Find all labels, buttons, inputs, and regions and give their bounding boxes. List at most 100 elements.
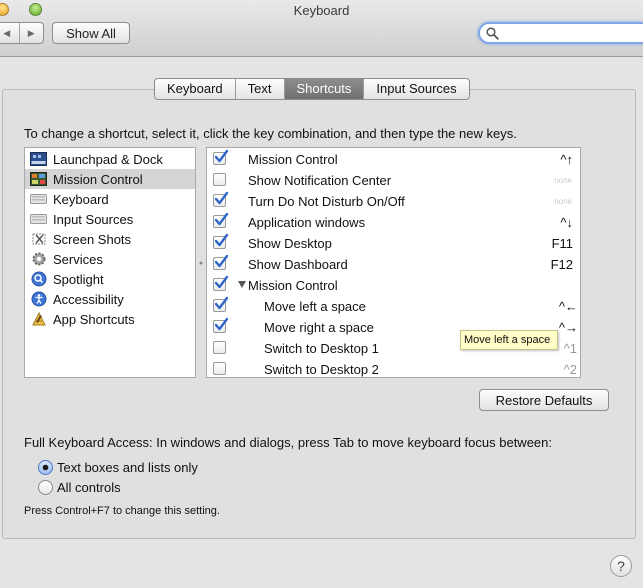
disclosure-triangle-icon[interactable]: [238, 281, 246, 288]
shortcut-row-do-not-disturb[interactable]: Turn Do Not Disturb On/Off none: [207, 191, 580, 212]
shortcut-row-show-dashboard[interactable]: Show Dashboard F12: [207, 254, 580, 275]
radio-text-boxes-lists[interactable]: [38, 460, 53, 475]
shortcut-group-mission-control[interactable]: Mission Control: [207, 275, 580, 296]
app-shortcuts-icon: [30, 311, 47, 327]
show-all-button[interactable]: Show All: [52, 22, 130, 44]
tooltip: Move left a space: [460, 330, 558, 350]
category-spotlight[interactable]: Spotlight: [25, 269, 195, 289]
category-accessibility[interactable]: Accessibility: [25, 289, 195, 309]
services-gear-icon: [30, 251, 47, 267]
shortcut-checkbox[interactable]: [213, 341, 226, 354]
shortcut-row-show-desktop[interactable]: Show Desktop F11: [207, 233, 580, 254]
forward-button[interactable]: ▶: [18, 23, 44, 43]
shortcut-label: Mission Control: [248, 152, 338, 167]
back-arrow-icon: ◀: [3, 27, 11, 38]
back-button[interactable]: ◀: [0, 23, 19, 43]
shortcut-row-show-notification-center[interactable]: Show Notification Center none: [207, 170, 580, 191]
tab-input-sources[interactable]: Input Sources: [363, 79, 468, 99]
category-keyboard[interactable]: Keyboard: [25, 189, 195, 209]
restore-defaults-button[interactable]: Restore Defaults: [479, 389, 609, 411]
back-forward-control: ◀ ▶: [0, 22, 44, 44]
help-button[interactable]: ?: [610, 555, 632, 577]
shortcut-key[interactable]: ^↓: [493, 215, 573, 230]
category-input-sources[interactable]: Input Sources: [25, 209, 195, 229]
checkmark-icon: [214, 212, 229, 226]
shortcut-label: Turn Do Not Disturb On/Off: [248, 194, 405, 209]
shortcut-checkbox[interactable]: [213, 149, 229, 165]
radio-all-controls[interactable]: [38, 480, 53, 495]
shortcut-checkbox[interactable]: [213, 296, 229, 312]
checkmark-icon: [214, 233, 229, 247]
checkmark-icon: [214, 149, 229, 163]
shortcut-checkbox[interactable]: [213, 362, 226, 375]
search-field[interactable]: [478, 22, 643, 44]
category-label: Services: [53, 251, 103, 267]
category-mission-control[interactable]: Mission Control: [25, 169, 195, 189]
shortcut-key[interactable]: F11: [493, 236, 573, 251]
tab-text[interactable]: Text: [234, 79, 284, 99]
shortcut-label: Switch to Desktop 2: [264, 362, 379, 377]
shortcut-key[interactable]: none: [492, 197, 572, 206]
tab-shortcuts[interactable]: Shortcuts: [283, 79, 364, 99]
shortcut-key[interactable]: ^←: [498, 299, 578, 314]
shortcut-key[interactable]: ^2: [497, 362, 577, 377]
mission-control-icon: [30, 171, 47, 187]
shortcut-label: Show Desktop: [248, 236, 332, 251]
window-titlebar: Keyboard ◀ ▶ Show All: [0, 0, 643, 57]
keyboard-access-hint: Press Control+F7 to change this setting.: [24, 505, 220, 517]
shortcut-key[interactable]: ^↑: [493, 152, 573, 167]
spotlight-icon: [30, 271, 47, 287]
window-title: Keyboard: [293, 3, 350, 18]
category-label: Screen Shots: [53, 231, 132, 247]
category-label: Mission Control: [53, 171, 143, 187]
category-services[interactable]: Services: [25, 249, 195, 269]
checkmark-icon: [214, 296, 229, 310]
shortcut-checkbox[interactable]: [213, 275, 229, 291]
category-label: Input Sources: [53, 211, 134, 227]
category-label: Launchpad & Dock: [53, 151, 163, 167]
checkmark-icon: [214, 317, 229, 331]
category-screen-shots[interactable]: Screen Shots: [25, 229, 195, 249]
split-view-handle-icon[interactable]: [198, 258, 204, 268]
shortcut-checkbox[interactable]: [213, 191, 229, 207]
shortcut-row-switch-desktop-2[interactable]: Switch to Desktop 2 ^2: [207, 359, 580, 377]
shortcut-label: Show Notification Center: [248, 173, 392, 188]
shortcut-checkbox[interactable]: [213, 173, 226, 186]
full-keyboard-access-label: Full Keyboard Access: In windows and dia…: [24, 435, 552, 450]
shortcut-label: Move right a space: [264, 320, 374, 335]
shortcut-checkbox[interactable]: [213, 233, 229, 249]
forward-arrow-icon: ▶: [27, 27, 35, 38]
shortcut-checkbox[interactable]: [213, 212, 229, 228]
tab-keyboard[interactable]: Keyboard: [155, 79, 235, 99]
shortcut-key[interactable]: none: [492, 176, 572, 185]
category-label: Accessibility: [53, 291, 124, 307]
shortcut-label: Application windows: [248, 215, 366, 230]
search-icon: [486, 27, 499, 40]
category-launchpad-dock[interactable]: Launchpad & Dock: [25, 149, 195, 169]
checkmark-icon: [214, 254, 229, 268]
shortcut-key[interactable]: F12: [493, 257, 573, 272]
shortcut-checkbox[interactable]: [213, 254, 229, 270]
category-label: App Shortcuts: [53, 311, 135, 327]
shortcut-row-mission-control[interactable]: Mission Control ^↑: [207, 149, 580, 170]
shortcut-row-move-left-space[interactable]: Move left a space ^←: [207, 296, 580, 317]
shortcut-label: Move left a space: [264, 299, 366, 314]
shortcut-label: Mission Control: [248, 278, 338, 293]
keyboard-icon: [30, 191, 47, 207]
launchpad-dock-icon: [30, 151, 47, 167]
shortcut-checkbox[interactable]: [213, 317, 229, 333]
radio-label: Text boxes and lists only: [57, 460, 198, 475]
shortcut-row-application-windows[interactable]: Application windows ^↓: [207, 212, 580, 233]
category-app-shortcuts[interactable]: App Shortcuts: [25, 309, 195, 329]
category-list[interactable]: Launchpad & Dock Mission Control Keyboar…: [24, 147, 196, 378]
checkmark-icon: [214, 191, 229, 205]
category-label: Spotlight: [53, 271, 104, 287]
accessibility-icon: [30, 291, 47, 307]
shortcut-label: Show Dashboard: [248, 257, 348, 272]
radio-label: All controls: [57, 480, 121, 495]
checkmark-icon: [214, 275, 229, 289]
tab-bar: Keyboard Text Shortcuts Input Sources: [154, 78, 470, 100]
screen-shots-icon: [30, 231, 47, 247]
input-sources-icon: [30, 211, 47, 227]
instruction-text: To change a shortcut, select it, click t…: [24, 126, 517, 141]
